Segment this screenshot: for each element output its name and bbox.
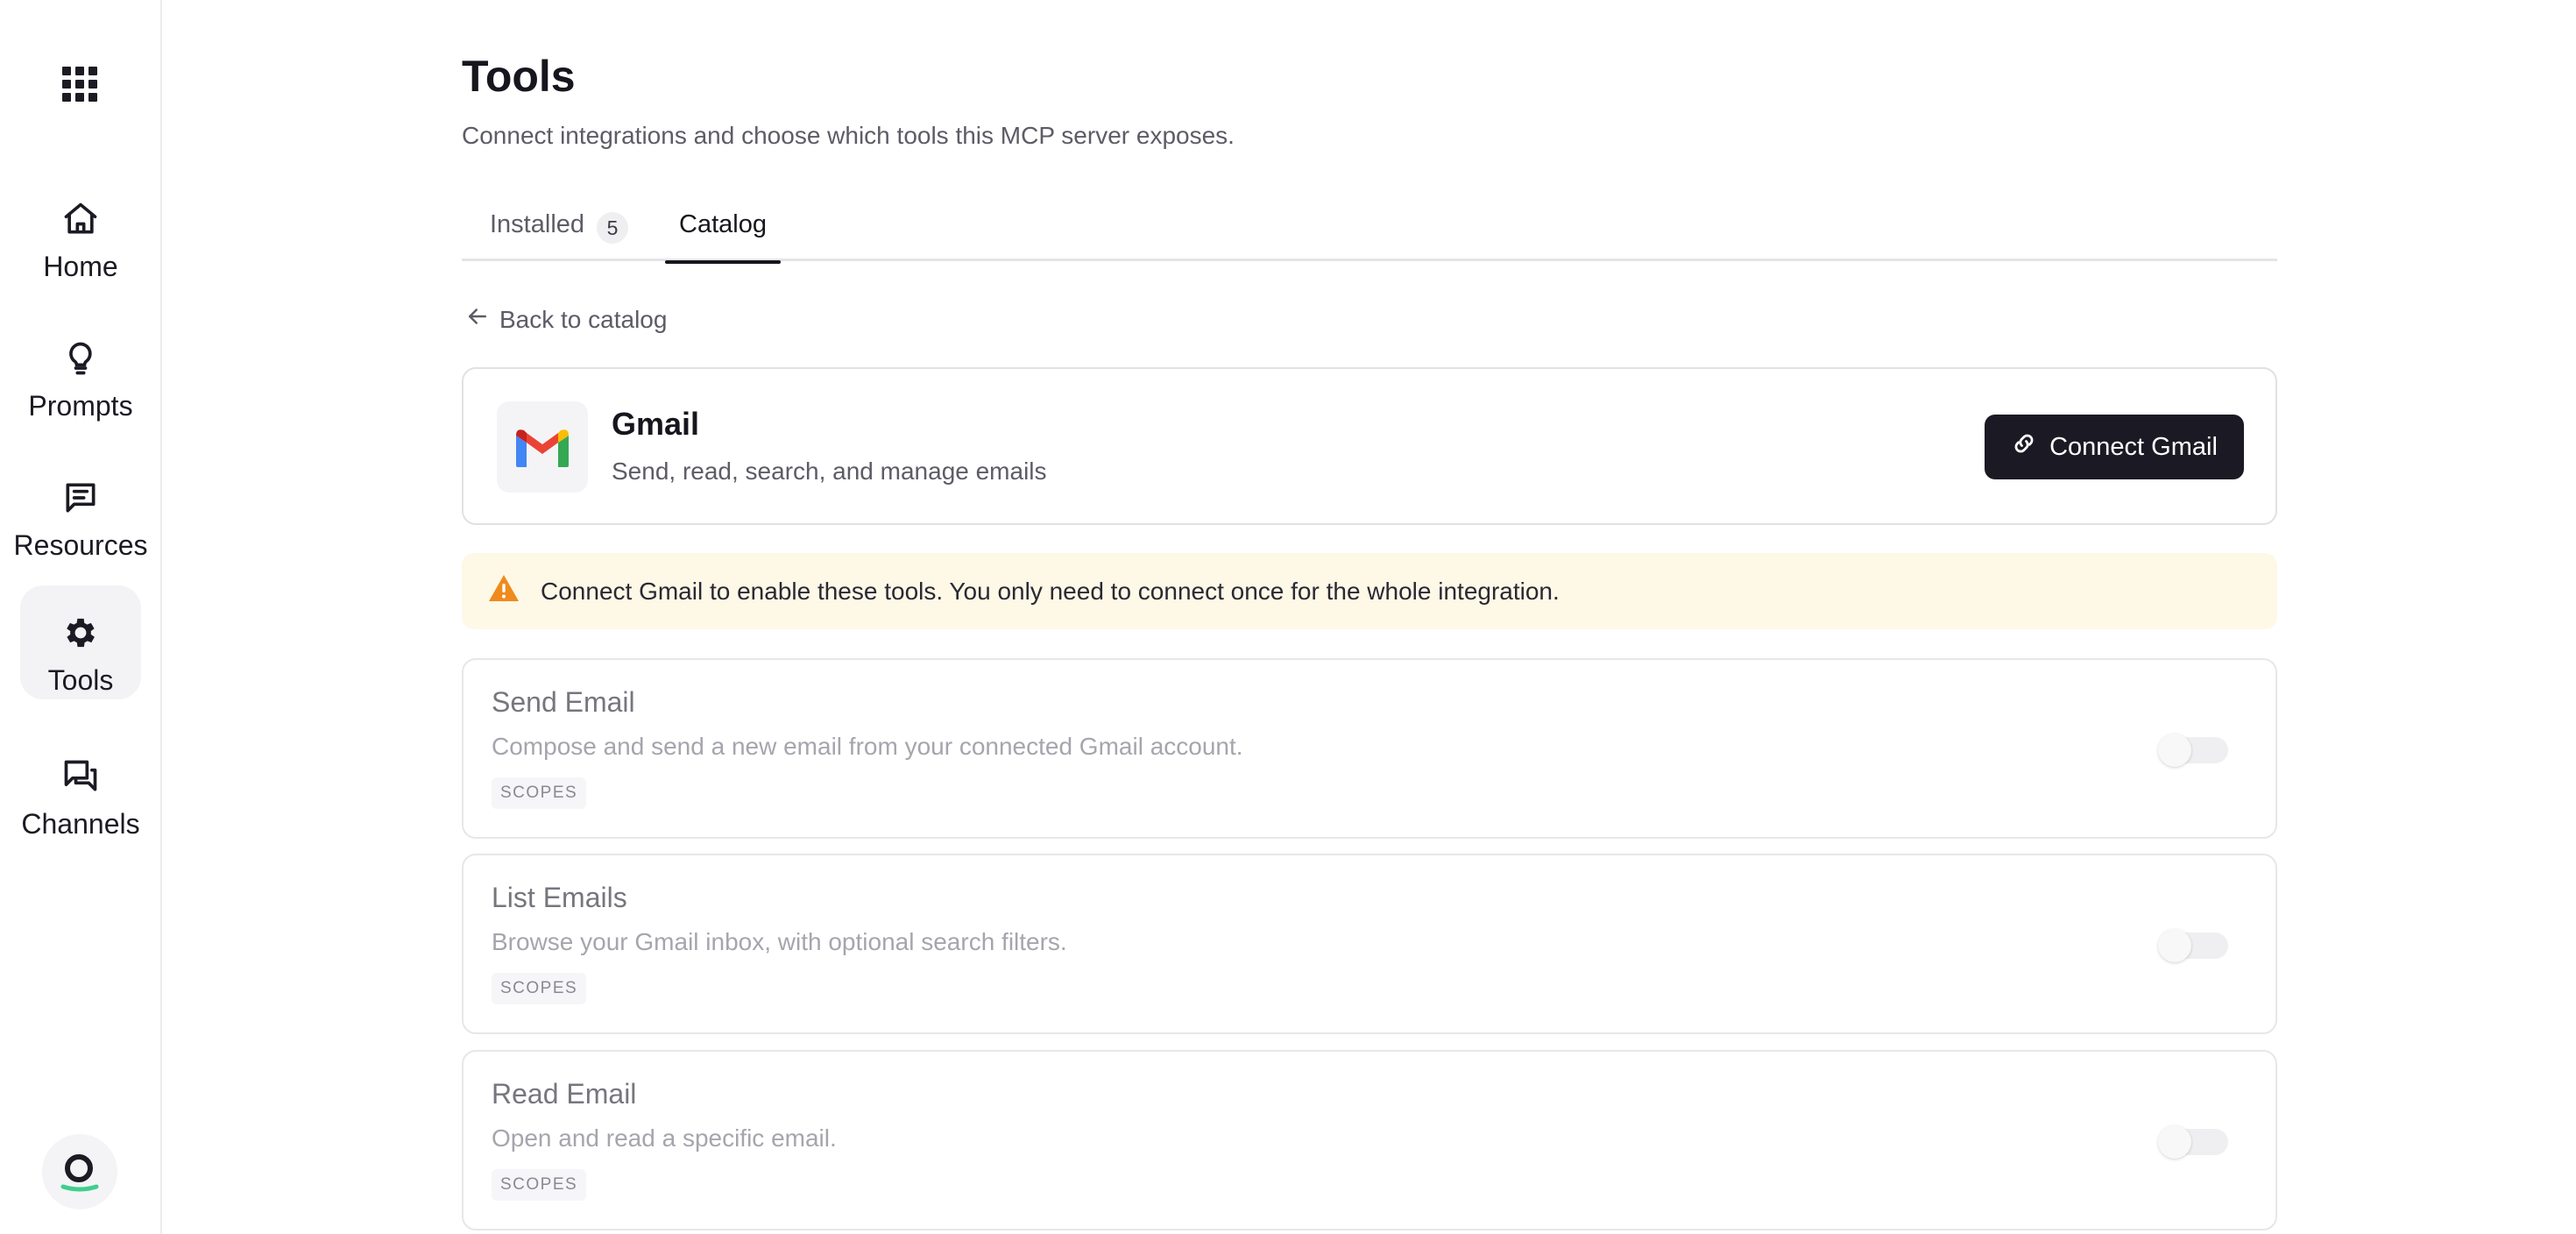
sidebar-item-label: Home — [43, 251, 118, 282]
logo-icon — [60, 1154, 99, 1192]
tool-card-list-emails: List Emails Browse your Gmail inbox, wit… — [462, 854, 2277, 1034]
page-title: Tools — [462, 52, 576, 101]
sidebar-item-label: Tools — [47, 664, 114, 696]
scopes-badge[interactable]: SCOPES — [492, 777, 587, 809]
page-subtitle: Connect integrations and choose which to… — [462, 122, 1235, 149]
tool-description: Compose and send a new email from your c… — [492, 733, 1243, 760]
gmail-logo-icon — [497, 401, 588, 493]
alert-text: Connect Gmail to enable these tools. You… — [541, 577, 1560, 605]
back-link-label: Back to catalog — [499, 305, 668, 333]
tool-name: Send Email — [492, 686, 635, 718]
sidebar-item-home[interactable]: Home — [20, 172, 141, 286]
scopes-badge[interactable]: SCOPES — [492, 973, 587, 1004]
tab-installed[interactable]: Installed 5 — [490, 200, 629, 261]
tab-catalog[interactable]: Catalog — [665, 200, 781, 264]
sidebar-item-label: Channels — [21, 808, 140, 840]
scopes-badge[interactable]: SCOPES — [492, 1169, 587, 1201]
sidebar-item-label: Resources — [13, 529, 148, 561]
warning-icon — [488, 574, 520, 608]
tool-card-send-email: Send Email Compose and send a new email … — [462, 658, 2277, 839]
back-to-catalog-link[interactable]: Back to catalog — [464, 303, 667, 336]
tool-toggle[interactable] — [2158, 929, 2228, 962]
tool-card-read-email: Read Email Open and read a specific emai… — [462, 1050, 2277, 1230]
messages-icon — [60, 755, 102, 798]
sidebar: Home Prompts Resources Tools Channels — [0, 0, 162, 1234]
tool-description: Open and read a specific email. — [492, 1124, 837, 1152]
tool-name: List Emails — [492, 882, 627, 913]
sidebar-item-tools[interactable]: Tools — [20, 585, 141, 699]
integration-name: Gmail — [612, 406, 700, 442]
link-icon — [2011, 430, 2037, 464]
avatar[interactable] — [42, 1134, 117, 1209]
sidebar-item-resources[interactable]: Resources — [14, 450, 147, 564]
sidebar-item-prompts[interactable]: Prompts — [20, 311, 141, 425]
tool-toggle[interactable] — [2158, 1125, 2228, 1159]
connect-gmail-button[interactable]: Connect Gmail — [1985, 415, 2244, 479]
installed-count-badge: 5 — [597, 212, 629, 244]
message-square-icon — [60, 477, 102, 519]
tab-label: Installed — [490, 210, 585, 238]
connect-warning-alert: Connect Gmail to enable these tools. You… — [462, 553, 2277, 629]
integration-description: Send, read, search, and manage emails — [612, 457, 1047, 485]
gear-icon — [60, 612, 102, 654]
home-icon — [60, 198, 102, 240]
sidebar-item-channels[interactable]: Channels — [20, 729, 141, 843]
tab-label: Catalog — [679, 210, 767, 238]
tool-description: Browse your Gmail inbox, with optional s… — [492, 928, 1067, 955]
lightbulb-icon — [60, 337, 102, 379]
arrow-left-icon — [464, 303, 491, 336]
connect-button-label: Connect Gmail — [2049, 432, 2218, 461]
apps-grid-icon[interactable] — [62, 67, 97, 102]
tab-bar: Installed 5 Catalog — [462, 200, 2277, 264]
tool-toggle[interactable] — [2158, 734, 2228, 767]
tool-name: Read Email — [492, 1078, 637, 1110]
integration-card: Gmail Send, read, search, and manage ema… — [462, 367, 2277, 525]
sidebar-item-label: Prompts — [28, 390, 133, 422]
